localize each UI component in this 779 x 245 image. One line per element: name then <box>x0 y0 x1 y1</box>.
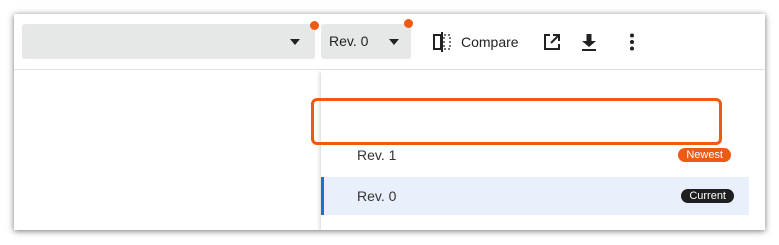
change-indicator-dot <box>310 21 319 30</box>
change-indicator-dot <box>404 19 413 28</box>
revision-select[interactable]: Rev. 0 <box>321 24 411 59</box>
toolbar: Rev. 0 Compare <box>14 14 765 70</box>
open-in-new-icon <box>542 32 562 52</box>
revision-list: Rev. 1 Newest Rev. 0 Current <box>321 70 749 230</box>
download-icon <box>580 32 598 52</box>
open-in-new-button[interactable] <box>539 24 565 59</box>
more-options-button[interactable] <box>619 24 645 59</box>
more-vert-icon <box>629 32 635 52</box>
revision-item-rev-1[interactable]: Rev. 1 Newest <box>321 136 746 174</box>
current-badge: Current <box>681 189 734 203</box>
revision-select-value: Rev. 0 <box>329 33 369 49</box>
revision-item-label: Rev. 0 <box>357 188 397 204</box>
compare-button[interactable]: Compare <box>431 24 519 59</box>
newest-badge: Newest <box>678 148 731 162</box>
download-button[interactable] <box>576 24 602 59</box>
chevron-down-icon <box>290 39 300 45</box>
revision-item-label: Rev. 1 <box>357 147 397 163</box>
document-select[interactable] <box>22 24 315 59</box>
split-compare-icon <box>431 31 453 53</box>
document-viewer-panel: Rev. 0 Compare Rev. 1 Newest Rev. 0 Curr… <box>14 14 765 230</box>
chevron-down-icon <box>389 39 399 45</box>
compare-label: Compare <box>461 33 519 50</box>
revision-item-rev-0[interactable]: Rev. 0 Current <box>321 177 749 215</box>
revision-dropdown-menu: Rev. 1 Newest Rev. 0 Current <box>321 70 765 230</box>
